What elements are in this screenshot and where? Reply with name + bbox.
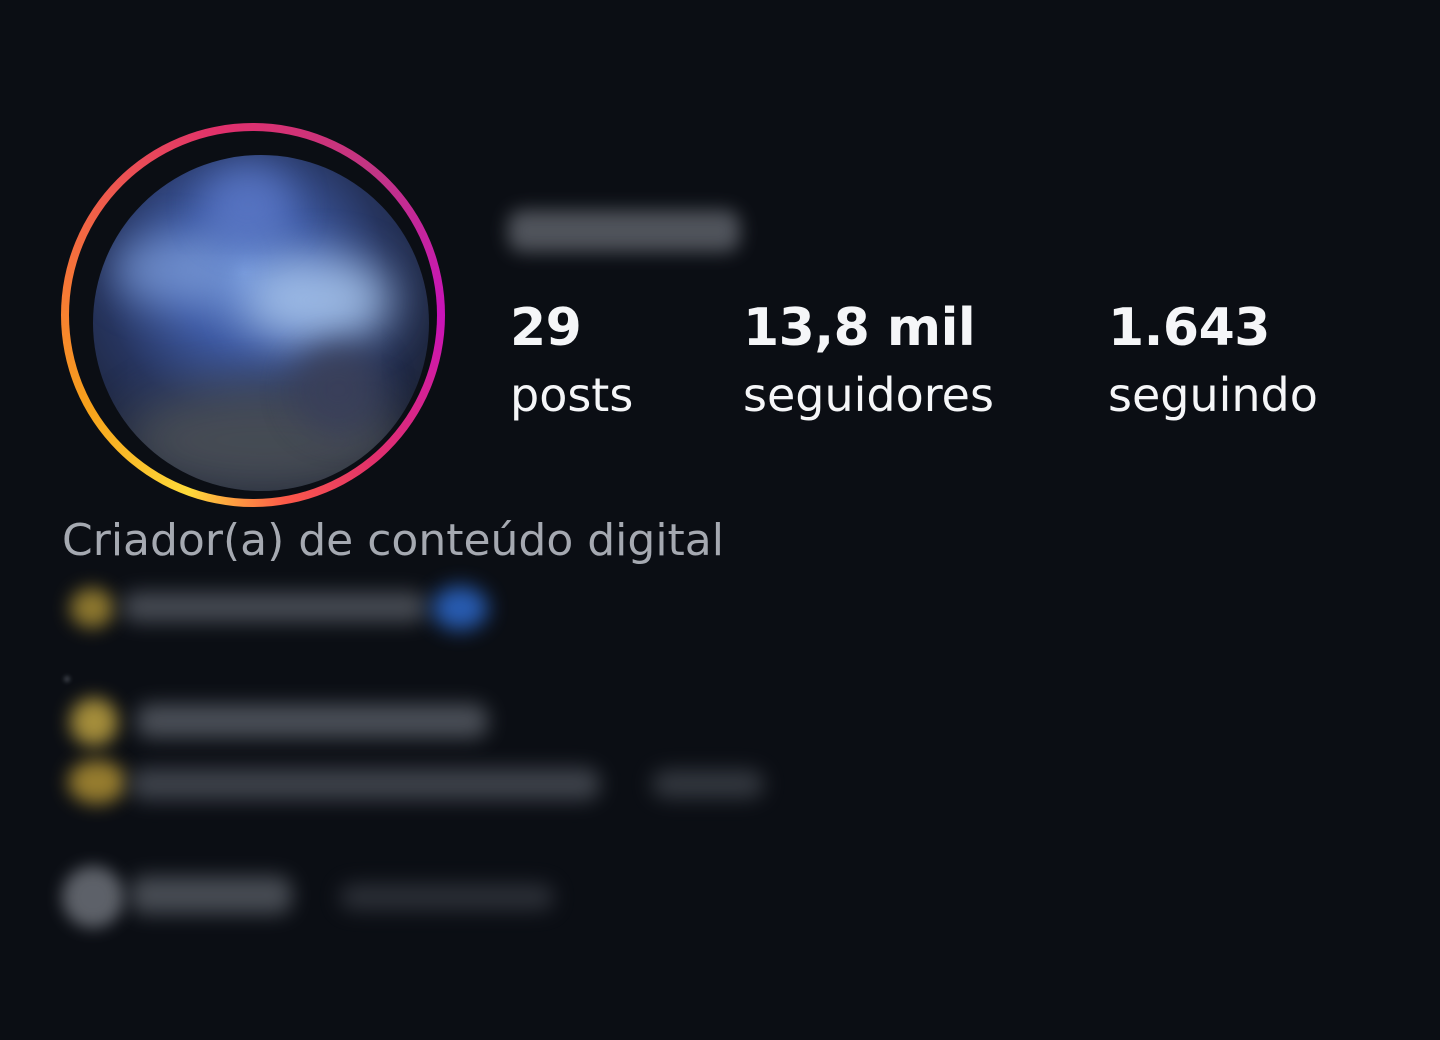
threads-handle-redacted[interactable]: [130, 876, 292, 914]
following-label: seguindo: [1108, 368, 1318, 422]
bio-dot: [64, 676, 70, 682]
threads-icon[interactable]: [62, 866, 124, 928]
profile-header: 29 posts 13,8 mil seguidores 1.643 segui…: [0, 0, 1440, 1040]
avatar: [93, 155, 429, 491]
threads-sub-redacted: [340, 884, 554, 910]
profile-category: Criador(a) de conteúdo digital: [62, 515, 724, 566]
posts-label: posts: [510, 368, 634, 422]
bio-more-link-redacted[interactable]: [652, 770, 764, 798]
profile-name-redacted: [508, 210, 740, 252]
bio-emoji-redacted: [70, 588, 114, 628]
bio-line-redacted: [136, 704, 488, 738]
profile-avatar-story-ring[interactable]: [61, 123, 445, 507]
verified-badge-icon: [432, 586, 488, 630]
bio-emoji-redacted: [68, 760, 126, 804]
bio-emoji-redacted: [70, 698, 118, 746]
posts-count: 29: [510, 298, 582, 358]
followers-stat[interactable]: 13,8 mil seguidores: [743, 296, 994, 426]
avatar-gap: [69, 131, 437, 499]
bio-line-redacted: [130, 768, 600, 800]
followers-count: 13,8 mil: [743, 298, 976, 358]
followers-label: seguidores: [743, 368, 994, 422]
bio-mention-redacted[interactable]: [122, 592, 427, 622]
posts-stat[interactable]: 29 posts: [510, 296, 633, 426]
following-count: 1.643: [1108, 298, 1270, 358]
following-stat[interactable]: 1.643 seguindo: [1108, 296, 1318, 426]
